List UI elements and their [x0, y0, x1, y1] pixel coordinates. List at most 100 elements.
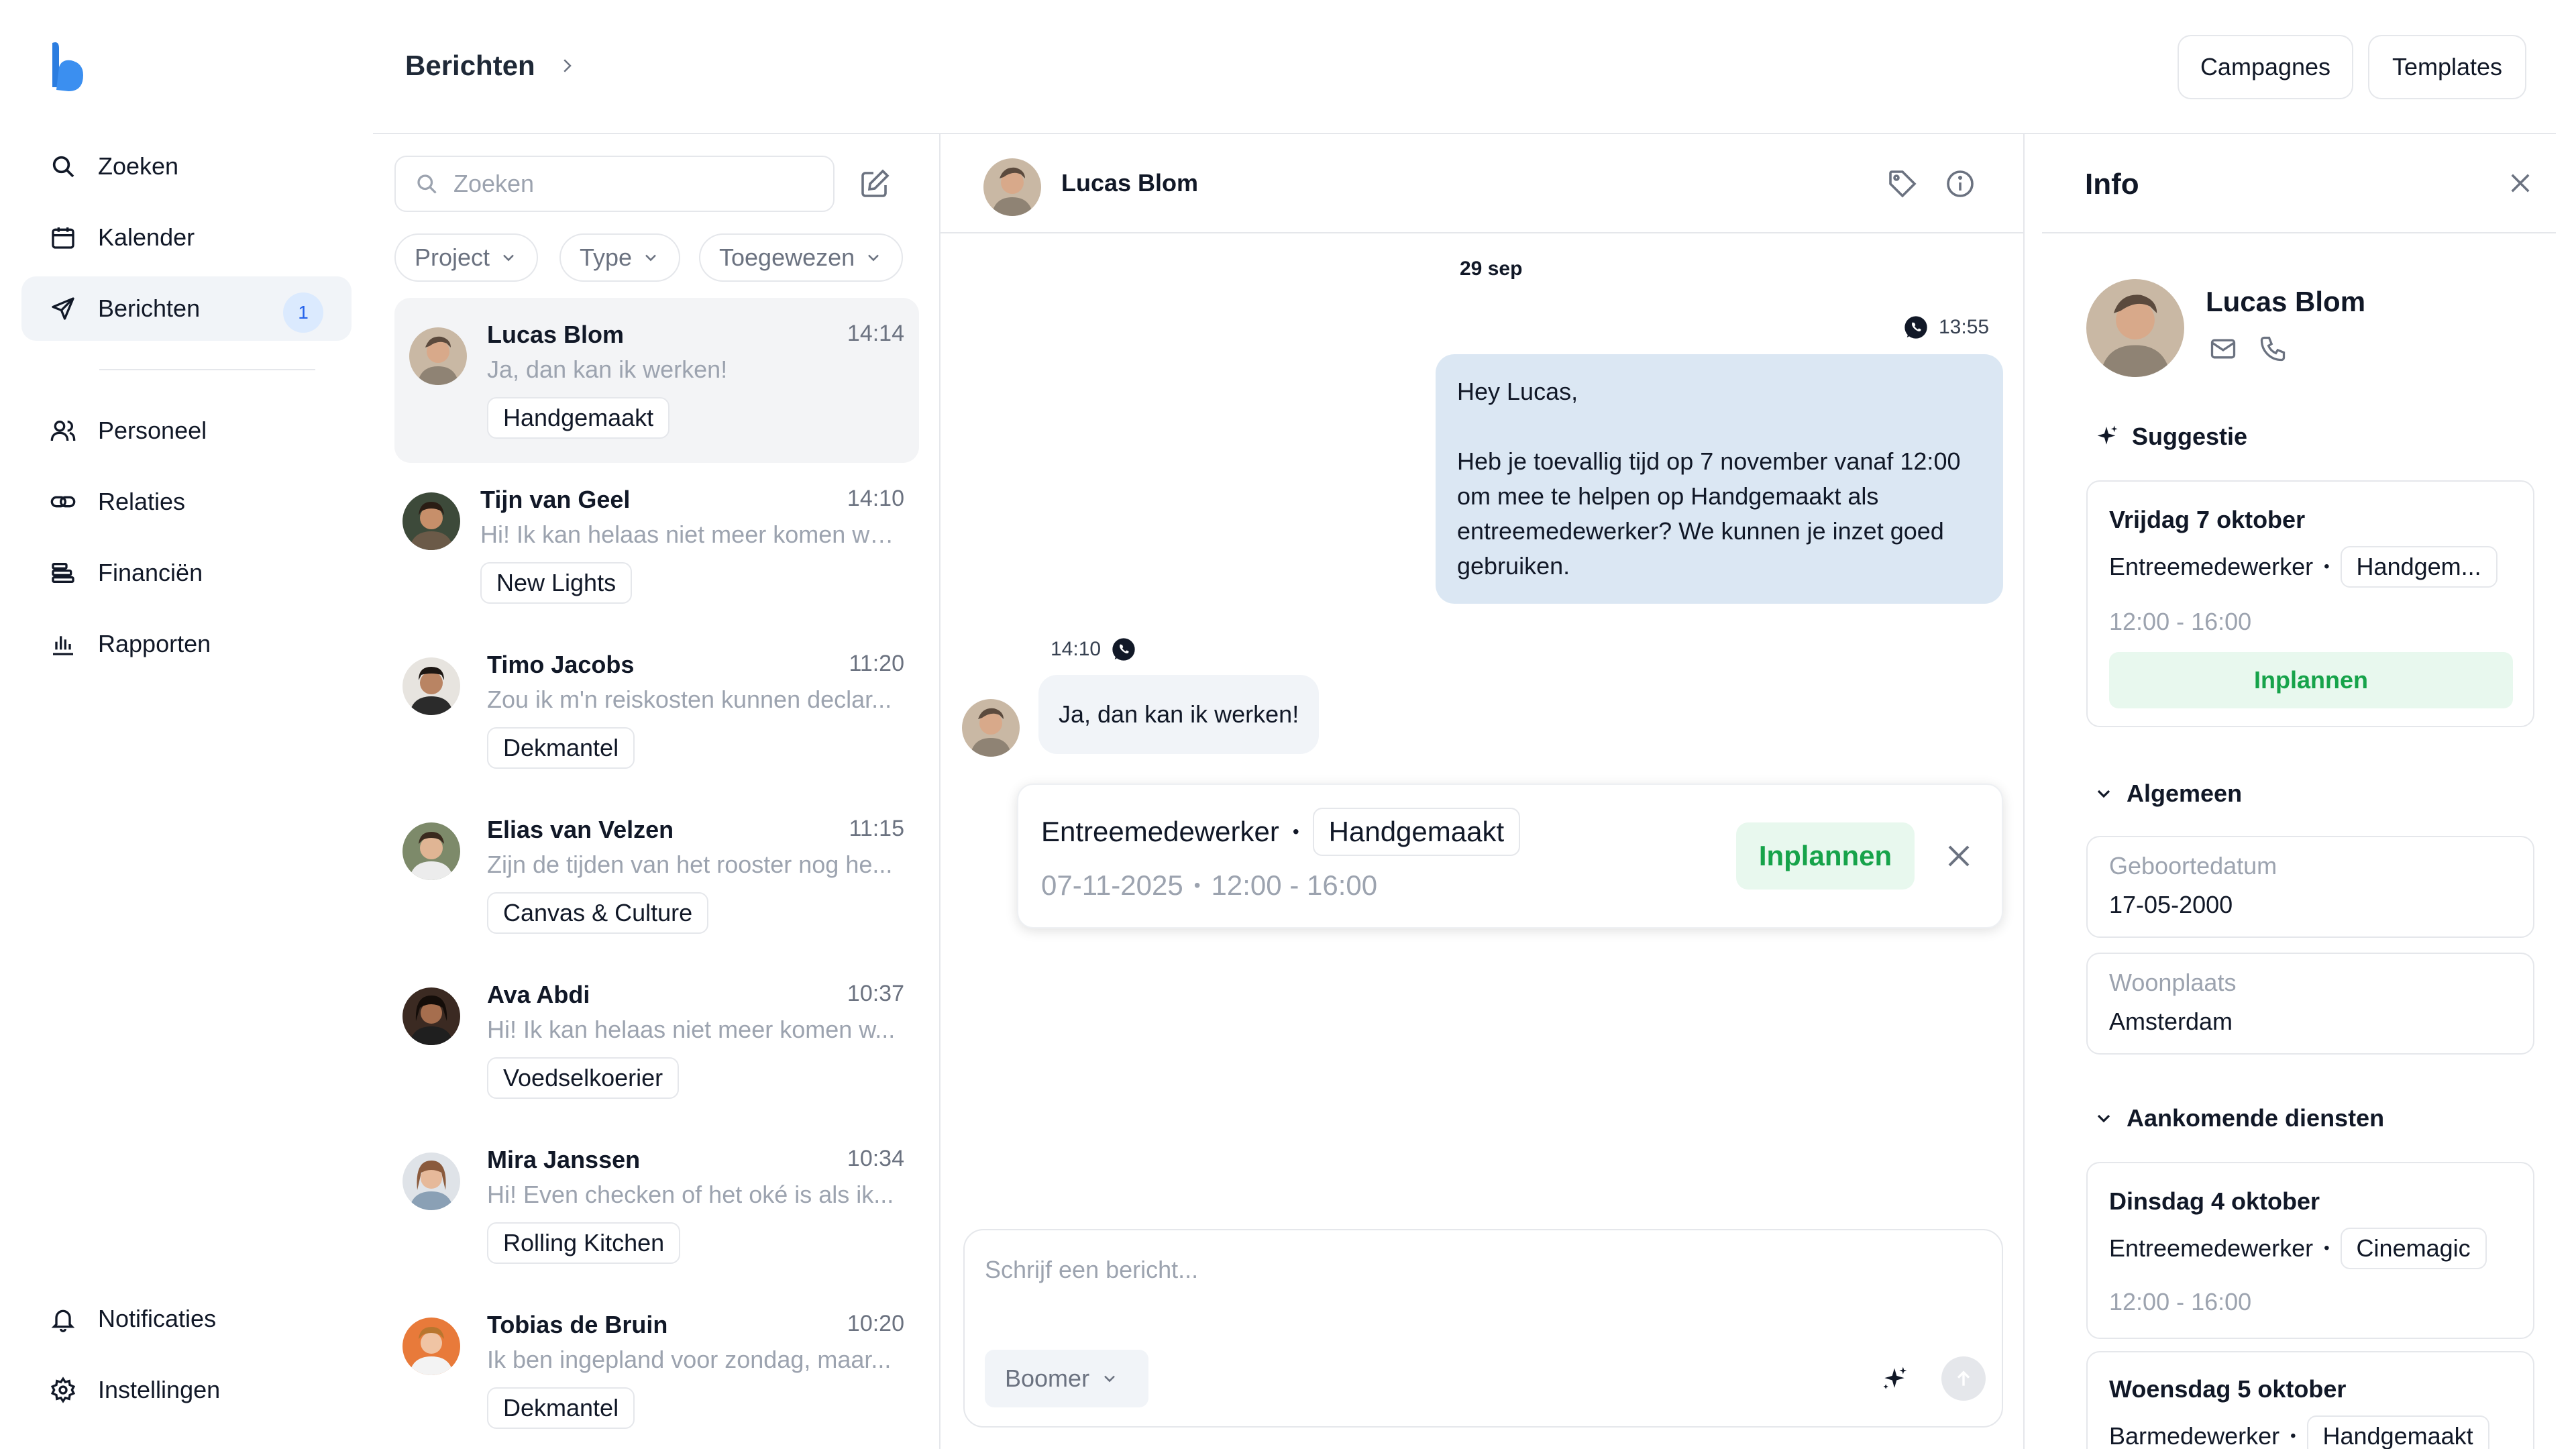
sender-select[interactable]: Boomer — [985, 1350, 1148, 1407]
message-time: 10:20 — [847, 1311, 904, 1336]
nav-item-instellingen[interactable]: Instellingen — [21, 1358, 352, 1422]
shift-role: Barmedewerker — [2109, 1422, 2280, 1449]
conversation-item[interactable]: Mira Janssen 10:34 Hi! Even checken of h… — [394, 1123, 919, 1288]
incoming-message: Ja, dan kan ik werken! — [1038, 675, 1320, 754]
page-title[interactable]: Berichten — [405, 50, 535, 82]
info-panel: Info Lucas Blom Suggestie Vrijdag 7 okto… — [2042, 134, 2556, 1449]
conversation-item[interactable]: Timo Jacobs 11:20 Zou ik m'n reiskosten … — [394, 628, 919, 793]
suggestion-role: Entreemedewerker — [2109, 553, 2314, 580]
mail-icon[interactable] — [2208, 334, 2238, 364]
message-line — [1457, 409, 1982, 444]
nav-item-financien[interactable]: Financiën — [21, 541, 352, 605]
chevron-right-icon — [557, 56, 577, 76]
bell-icon — [48, 1304, 78, 1334]
tag-icon[interactable] — [1886, 168, 1919, 200]
send-button[interactable] — [1941, 1356, 1986, 1401]
nav-item-personeel[interactable]: Personeel — [21, 398, 352, 463]
search-input[interactable]: Zoeken — [394, 156, 835, 212]
message-time: 14:14 — [847, 321, 904, 346]
message-line: gebruiken. — [1457, 552, 1570, 580]
nav-item-berichten[interactable]: Berichten 1 — [21, 276, 352, 341]
phone-icon[interactable] — [2258, 334, 2288, 364]
info-icon[interactable] — [1944, 168, 1976, 200]
contact-name: Lucas Blom — [2206, 286, 2366, 317]
close-icon[interactable] — [2506, 169, 2534, 197]
outgoing-message: Hey Lucas, Heb je toevallig tijd op 7 no… — [1436, 354, 2003, 604]
nav-item-zoeken[interactable]: Zoeken — [21, 134, 352, 199]
birthdate-label: Geboortedatum — [2109, 852, 2277, 879]
upcoming-section-toggle[interactable]: Aankomende diensten — [2093, 1104, 2384, 1132]
conversation-item[interactable]: Ava Abdi 10:37 Hi! Ik kan helaas niet me… — [394, 958, 919, 1123]
outgoing-meta: 13:55 — [1902, 314, 1989, 341]
contact-name: Elias van Velzen — [487, 816, 674, 843]
bullet-separator: • — [2324, 557, 2330, 576]
templates-button[interactable]: Templates — [2368, 35, 2526, 99]
conversation-item[interactable]: Elias van Velzen 11:15 Zijn de tijden va… — [394, 793, 919, 958]
close-icon[interactable] — [1943, 840, 1975, 872]
nav-label: Rapporten — [98, 630, 211, 657]
nav-item-rapporten[interactable]: Rapporten — [21, 612, 352, 676]
message-time: 10:37 — [847, 981, 904, 1006]
unread-badge: 1 — [283, 292, 323, 333]
shift-role: Entreemedewerker — [2109, 1234, 2314, 1262]
shift-role: Entreemedewerker — [1041, 816, 1279, 847]
message-time: 14:10 — [847, 486, 904, 511]
message-composer[interactable]: Schrijf een bericht... Boomer — [963, 1229, 2003, 1428]
conversation-item[interactable]: Tobias de Bruin 10:20 Ik ben ingepland v… — [394, 1288, 919, 1449]
info-title: Info — [2085, 168, 2139, 201]
shift-card[interactable]: Woensdag 5 oktober Barmedewerker • Handg… — [2086, 1351, 2534, 1449]
chevron-down-icon — [2097, 790, 2110, 798]
message-time: 10:34 — [847, 1146, 904, 1171]
incoming-meta: 14:10 — [1051, 636, 1137, 663]
filter-project[interactable]: Project — [394, 233, 539, 282]
app-logo[interactable] — [47, 40, 87, 94]
date-separator: 29 sep — [1460, 258, 1523, 280]
message-preview: Zou ik m'n reiskosten kunnen declar... — [487, 686, 892, 713]
filter-toegewezen[interactable]: Toegewezen — [699, 233, 904, 282]
bullet-separator: • — [2290, 1427, 2296, 1445]
info-header: Info — [2042, 134, 2556, 233]
send-icon — [48, 294, 78, 323]
city-field: Woonplaats Amsterdam — [2086, 953, 2534, 1055]
nav-label: Kalender — [98, 223, 195, 251]
nav-label: Financiën — [98, 559, 203, 586]
project-tag: Dekmantel — [487, 727, 635, 769]
nav-label: Personeel — [98, 417, 207, 444]
shift-datetime: 07-11-2025 • 12:00 - 16:00 — [1041, 869, 1377, 902]
search-icon — [415, 172, 439, 196]
gear-icon — [48, 1375, 78, 1405]
filter-type[interactable]: Type — [559, 233, 681, 282]
chevron-down-icon — [645, 254, 656, 262]
nav-item-relaties[interactable]: Relaties — [21, 470, 352, 534]
conversation-item[interactable]: Lucas Blom 14:14 Ja, dan kan ik werken! … — [394, 298, 919, 463]
contact-name: Lucas Blom — [487, 321, 625, 348]
schedule-button[interactable]: Inplannen — [2109, 652, 2513, 708]
suggestion-time: 12:00 - 16:00 — [2109, 608, 2252, 635]
filter-label: Type — [580, 244, 633, 271]
chevron-down-icon — [2097, 1114, 2110, 1123]
nav-label: Zoeken — [98, 152, 179, 180]
chat-contact-name: Lucas Blom — [1061, 169, 1199, 197]
conversation-list: Zoeken Project Type Toegewezen Lucas Blo… — [373, 134, 941, 1449]
project-tag: New Lights — [480, 562, 633, 604]
city-label: Woonplaats — [2109, 969, 2237, 996]
chat-header: Lucas Blom — [941, 134, 2025, 233]
avatar — [409, 327, 467, 385]
contact-name: Ava Abdi — [487, 981, 590, 1008]
avatar — [402, 1152, 460, 1210]
general-section-toggle[interactable]: Algemeen — [2093, 780, 2242, 808]
message-preview: Hi! Ik kan helaas niet meer komen w... — [487, 1016, 896, 1043]
avatar — [402, 492, 460, 550]
nav-item-kalender[interactable]: Kalender — [21, 205, 352, 270]
outgoing-time: 13:55 — [1939, 316, 1990, 338]
shift-card[interactable]: Dinsdag 4 oktober Entreemedewerker • Cin… — [2086, 1162, 2534, 1339]
compose-icon[interactable] — [859, 168, 891, 200]
nav-item-notificaties[interactable]: Notificaties — [21, 1287, 352, 1351]
project-tag: Cinemagic — [2340, 1228, 2487, 1269]
message-preview: Zijn de tijden van het rooster nog he... — [487, 851, 893, 878]
conversation-item[interactable]: Tijn van Geel 14:10 Hi! Ik kan helaas ni… — [394, 463, 919, 628]
schedule-button[interactable]: Inplannen — [1736, 822, 1915, 890]
sparkle-icon[interactable] — [1880, 1364, 1909, 1394]
suggestion-day: Vrijdag 7 oktober — [2109, 506, 2306, 533]
campaigns-button[interactable]: Campagnes — [2178, 35, 2353, 99]
